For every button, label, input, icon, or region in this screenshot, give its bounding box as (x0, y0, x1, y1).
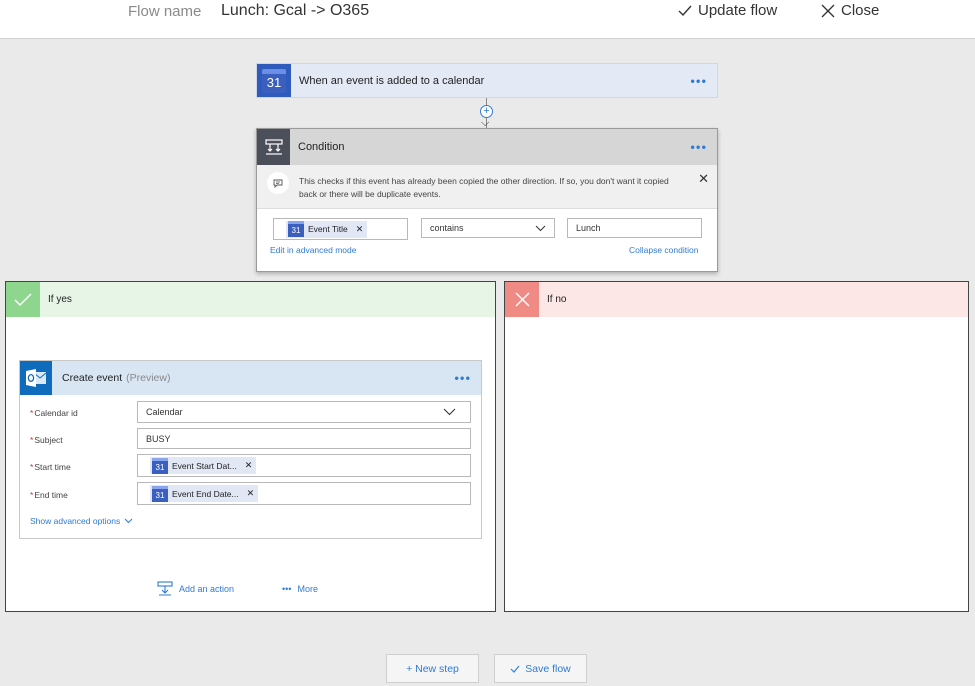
comment-close-icon[interactable]: ✕ (698, 171, 709, 187)
condition-comment: This checks if this event has already be… (257, 165, 717, 209)
check-icon (510, 665, 520, 673)
event-end-token[interactable]: 31 Event End Date... ✕ (150, 485, 259, 502)
condition-menu-button[interactable]: ••• (690, 140, 707, 155)
more-button[interactable]: ••• More (282, 584, 318, 594)
event-start-token[interactable]: 31 Event Start Dat... ✕ (150, 457, 257, 474)
start-time-input[interactable]: 31 Event Start Dat... ✕ (137, 454, 471, 477)
start-time-label: *Start time (30, 462, 71, 472)
end-time-input[interactable]: 31 Event End Date... ✕ (137, 482, 471, 505)
close-label: Close (841, 2, 880, 19)
chevron-down-icon (443, 408, 456, 416)
trigger-menu-button[interactable]: ••• (690, 73, 707, 88)
condition-header[interactable]: Condition ••• (257, 129, 717, 165)
condition-card: Condition ••• This checks if this event … (256, 128, 718, 272)
condition-value: Lunch (576, 223, 601, 233)
create-event-preview-tag: (Preview) (126, 372, 171, 384)
remove-token-icon[interactable]: ✕ (356, 224, 364, 235)
more-dots-icon: ••• (282, 584, 292, 594)
update-flow-button[interactable]: Update flow (678, 2, 777, 19)
more-label: More (297, 584, 318, 594)
check-icon (14, 292, 32, 306)
operator-value: contains (430, 223, 464, 233)
save-flow-button[interactable]: Save flow (494, 654, 587, 683)
show-advanced-options-link[interactable]: Show advanced options (30, 516, 133, 526)
event-title-token[interactable]: 31 Event Title ✕ (286, 220, 368, 238)
show-advanced-options-label: Show advanced options (30, 516, 121, 526)
remove-token-icon[interactable]: ✕ (247, 488, 255, 499)
condition-title: Condition (298, 141, 345, 153)
comment-icon (267, 172, 289, 194)
flow-name-label: Flow name (128, 3, 202, 20)
create-event-card: Create event (Preview) ••• *Calendar id … (19, 360, 482, 539)
condition-operator-select[interactable]: contains (421, 218, 555, 238)
check-icon (678, 5, 692, 16)
calendar-id-label: *Calendar id (30, 408, 78, 418)
event-title-token-label: Event Title (308, 224, 348, 234)
google-calendar-icon: 31 (288, 221, 304, 237)
trigger-card[interactable]: 31 When an event is added to a calendar … (256, 63, 718, 98)
subject-value: BUSY (146, 433, 171, 444)
close-icon (821, 4, 835, 17)
create-event-title: Create event (62, 372, 123, 384)
add-action-icon (157, 581, 173, 596)
new-step-button[interactable]: + New step (386, 654, 479, 683)
end-time-label: *End time (30, 490, 68, 500)
remove-token-icon[interactable]: ✕ (245, 460, 253, 471)
condition-icon (264, 139, 283, 155)
google-calendar-icon: 31 (152, 485, 168, 502)
comment-text: This checks if this event has already be… (299, 176, 669, 199)
collapse-condition-link[interactable]: Collapse condition (629, 245, 698, 255)
trigger-icon-box: 31 (257, 64, 291, 97)
chevron-down-icon (124, 518, 133, 524)
close-icon (515, 292, 529, 307)
edit-advanced-mode-link[interactable]: Edit in advanced mode (270, 245, 356, 255)
if-yes-icon-box (6, 282, 40, 317)
add-an-action-button[interactable]: Add an action (157, 581, 234, 596)
event-end-token-label: Event End Date... (172, 488, 239, 499)
save-flow-label: Save flow (525, 662, 571, 675)
chevron-down-icon (535, 225, 546, 231)
add-an-action-label: Add an action (179, 583, 235, 594)
if-yes-header: If yes (6, 282, 495, 317)
if-yes-label: If yes (48, 294, 72, 305)
update-flow-label: Update flow (698, 2, 778, 19)
outlook-icon-box (20, 361, 52, 395)
trigger-title: When an event is added to a calendar (299, 74, 485, 87)
subject-input[interactable]: BUSY (137, 428, 471, 449)
google-calendar-icon: 31 (262, 68, 286, 93)
close-button[interactable]: Close (821, 2, 879, 19)
condition-left-operand[interactable]: 31 Event Title ✕ (273, 218, 408, 240)
create-event-menu-button[interactable]: ••• (454, 371, 471, 386)
condition-icon-box (257, 129, 290, 165)
top-bar: Flow name Lunch: Gcal -> O365 Update flo… (0, 0, 975, 39)
condition-value-input[interactable]: Lunch (567, 218, 702, 238)
create-event-header[interactable]: Create event (Preview) ••• (20, 361, 481, 395)
if-no-icon-box (505, 282, 539, 317)
if-no-header: If no (505, 282, 968, 317)
calendar-id-select[interactable]: Calendar (137, 401, 471, 423)
if-no-branch: If no (504, 281, 969, 612)
flow-name-value[interactable]: Lunch: Gcal -> O365 (221, 2, 369, 20)
calendar-id-value: Calendar (146, 407, 183, 417)
if-no-label: If no (547, 294, 567, 305)
event-start-token-label: Event Start Dat... (172, 460, 237, 471)
outlook-icon (26, 369, 47, 387)
google-calendar-icon: 31 (152, 457, 168, 474)
new-step-label: + New step (406, 662, 459, 675)
subject-label: *Subject (30, 435, 63, 445)
